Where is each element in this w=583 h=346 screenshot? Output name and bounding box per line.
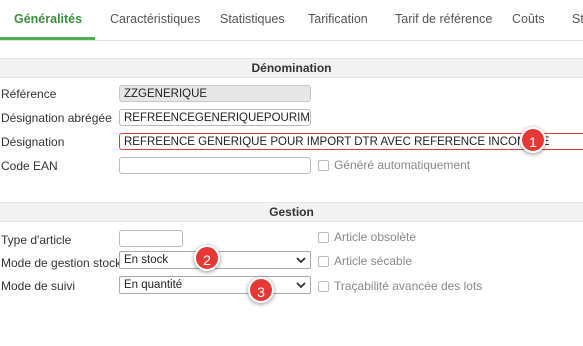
tab-generalites[interactable]: Généralités [14, 0, 82, 38]
chevron-down-icon [296, 257, 306, 264]
ean-label: Code EAN [1, 159, 58, 173]
stock-mode-label: Mode de gestion stock [1, 256, 122, 270]
section-denomination-title: Dénomination [0, 58, 583, 78]
reference-label: Référence [1, 87, 57, 101]
short-designation-field[interactable]: REFREENCEGENERIQUEPOURIMP [119, 109, 311, 126]
obsolete-checkbox[interactable] [318, 232, 329, 243]
chevron-down-icon [296, 282, 306, 289]
auto-generated-label: Généré automatiquement [334, 158, 471, 172]
active-tab-indicator [0, 37, 95, 40]
tracking-mode-select[interactable]: En quantité [119, 276, 311, 294]
secable-checkbox[interactable] [318, 256, 329, 267]
tracabilite-checkbox[interactable] [318, 281, 329, 292]
tracking-mode-label: Mode de suivi [1, 279, 76, 293]
secable-label: Article sécable [334, 254, 413, 268]
tab-caracteristiques[interactable]: Caractéristiques [110, 0, 200, 38]
designation-label: Désignation [1, 135, 65, 149]
stock-mode-value: En stock [124, 254, 169, 266]
annotation-badge-3: 3 [248, 277, 274, 303]
reference-field: ZZGENERIQUE [119, 85, 311, 102]
tab-st[interactable]: St [572, 0, 583, 38]
tab-statistiques[interactable]: Statistiques [220, 0, 285, 38]
tab-couts[interactable]: Coûts [512, 0, 545, 38]
tab-bar: Généralités Caractéristiques Statistique… [0, 0, 583, 41]
section-gestion-title: Gestion [0, 202, 583, 222]
obsolete-label: Article obsolète [334, 230, 417, 244]
ean-field[interactable] [119, 157, 311, 174]
article-type-label: Type d'article [1, 233, 72, 247]
auto-generated-checkbox[interactable] [318, 160, 329, 171]
tab-tarif-reference[interactable]: Tarif de référence [395, 0, 492, 38]
annotation-badge-1: 1 [520, 127, 546, 153]
annotation-badge-2: 2 [194, 245, 220, 271]
article-type-field[interactable] [119, 230, 183, 247]
short-designation-label: Désignation abrégée [1, 111, 112, 125]
tracking-mode-value: En quantité [124, 279, 183, 291]
tab-tarification[interactable]: Tarification [308, 0, 368, 38]
tracabilite-label: Traçabilité avancée des lots [334, 279, 483, 293]
designation-field[interactable]: REFREENCE GENERIQUE POUR IMPORT DTR AVEC… [119, 133, 583, 150]
